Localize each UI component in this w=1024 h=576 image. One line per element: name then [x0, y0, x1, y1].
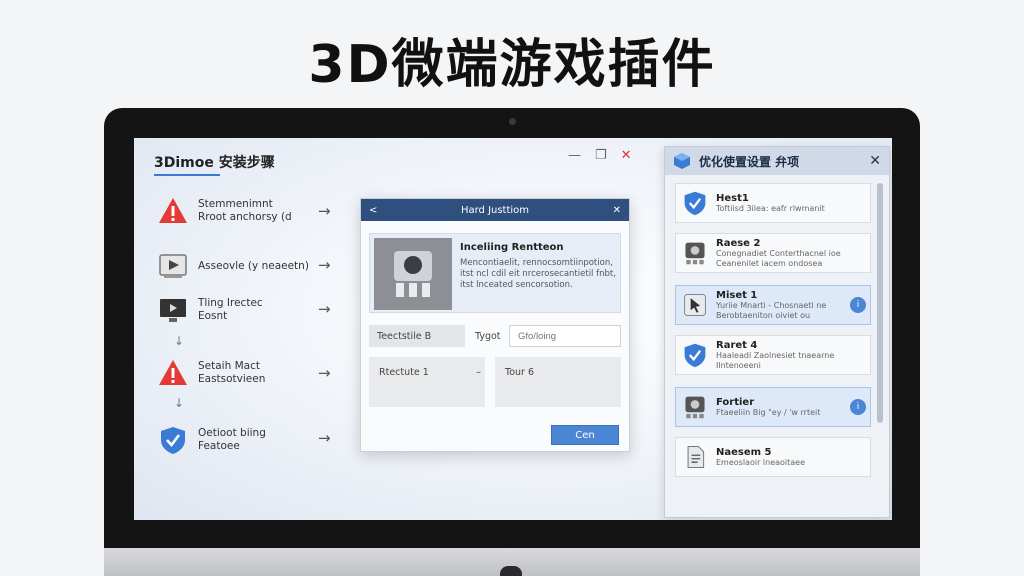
install-dialog: < Hard Justtiom ✕ Inceliing Rentteon Men… [360, 198, 630, 452]
plugin-thumbnail [374, 238, 452, 310]
dialog-card-description: Mencontiaelit, rennocsomtiinpotion, itst… [460, 258, 616, 290]
step-3-line2: Eosnt [198, 310, 228, 322]
step-connector-icon: ↓ [174, 334, 185, 348]
brand-logo [500, 566, 522, 576]
option-item-1-sub: Toftiisd 3ilea: eafr rlwmanit [716, 203, 825, 213]
step-4-line2: Eastsotvieen [198, 373, 266, 385]
cube-icon [674, 153, 690, 169]
monitor-screen: 3Dimoe 安装步骤 — ❐ ✕ Stemmenimnt Rroot anch… [134, 138, 892, 520]
close-button[interactable]: ✕ [621, 148, 632, 163]
step-5-line2: Featoee [198, 440, 240, 452]
step-connector-icon: ↓ [174, 396, 185, 410]
info-badge-icon[interactable]: i [850, 297, 866, 313]
hardware-icon [685, 242, 705, 265]
hardware-icon [685, 396, 705, 419]
option-item-5-sub1: Ftaeeliin Big "ey / 'w rrteit [716, 407, 821, 417]
tour-option-box[interactable]: Tour 6 [495, 357, 621, 407]
info-badge-icon[interactable]: i [850, 399, 866, 415]
option-item-2[interactable]: Raese 2 Conegnadiet Conterthacnel ioe Ce… [675, 233, 871, 273]
step-1-line1: Stemmenimnt [198, 198, 273, 210]
window-controls: — ❐ ✕ [568, 148, 632, 163]
option-item-2-name: Raese 2 [716, 237, 761, 249]
monitor-frame: 3Dimoe 安装步骤 — ❐ ✕ Stemmenimnt Rroot anch… [104, 108, 920, 548]
step-3-line1: Tling Irectec [198, 297, 263, 309]
page-headline: 3D微端游戏插件 [308, 35, 716, 95]
option-select[interactable]: Teectstile B [369, 325, 465, 347]
option-item-5[interactable]: Fortier Ftaeeliin Big "ey / 'w rrteit i [675, 387, 871, 427]
route-option-label: Rtectute 1 [379, 367, 429, 378]
option-item-6-sub1: Emeoslaoir lneaoitaee [716, 457, 806, 467]
install-step-2[interactable]: Asseovle (y neaeetn) [158, 249, 338, 283]
step-3-arrow-icon[interactable]: → [318, 300, 331, 318]
install-step-5[interactable]: Oetioot biing Featoee [158, 423, 338, 457]
option-item-3-name: Miset 1 [716, 289, 758, 301]
option-item-2-sub1: Conegnadiet Conterthacnel ioe [716, 248, 841, 258]
option-item-1[interactable]: Hest1 Toftiisd 3ilea: eafr rlwmanit [675, 183, 871, 223]
step-2-arrow-icon[interactable]: → [318, 256, 331, 274]
option-item-3-sub2: Berobtaeniton oiviet ou [716, 310, 811, 320]
option-item-6[interactable]: Naesem 5 Emeoslaoir lneaoitaee [675, 437, 871, 477]
route-option-box[interactable]: Rtectute 1 – [369, 357, 485, 407]
step-1-arrow-icon[interactable]: → [318, 202, 331, 220]
option-item-1-name: Hest1 [716, 192, 749, 204]
option-item-3[interactable]: Miset 1 Yuriie Mnarti - Chosnaetl ne Ber… [675, 285, 871, 325]
option-item-4-name: Raret 4 [716, 339, 758, 351]
plugin-device-icon [394, 251, 432, 297]
minimize-button[interactable]: — [568, 148, 581, 163]
dialog-card-title: Inceliing Rentteon [460, 242, 564, 253]
cursor-icon [684, 294, 706, 316]
optimize-panel-title: 优化使置设置 弁项 [699, 154, 800, 169]
dialog-info-card: Inceliing Rentteon Mencontiaelit, rennoc… [369, 233, 621, 313]
close-icon[interactable]: ✕ [869, 153, 881, 169]
confirm-button[interactable]: Cen [551, 425, 619, 445]
title-underline [154, 174, 220, 176]
install-step-1[interactable]: Stemmenimnt Rroot anchorsy (d [158, 194, 338, 228]
step-1-line2: Rroot anchorsy (d [198, 211, 292, 223]
config-input[interactable] [509, 325, 621, 347]
optimize-settings-panel: 优化使置设置 弁项 ✕ Hest1 Toftiisd 3ilea: eafr r… [664, 146, 890, 518]
step-4-arrow-icon[interactable]: → [318, 364, 331, 382]
maximize-button[interactable]: ❐ [595, 148, 607, 163]
type-label: Tygot [475, 330, 501, 342]
dialog-title: Hard Justtiom [460, 204, 530, 216]
shield-icon [684, 191, 706, 216]
warning-icon [159, 360, 187, 385]
tour-option-label: Tour 6 [505, 367, 534, 378]
shield-icon [161, 427, 185, 454]
warning-icon [159, 198, 187, 223]
option-item-6-name: Naesem 5 [716, 446, 772, 458]
camera-dot [509, 118, 516, 125]
dialog-header: < Hard Justtiom ✕ [361, 199, 629, 221]
route-dash: – [476, 367, 481, 378]
option-item-4[interactable]: Raret 4 Haaleadi Zaolnesiet tnaearne Iln… [675, 335, 871, 375]
install-window-title: 3Dimoe 安装步骤 [154, 155, 275, 171]
step-2-line1: Asseovle (y neaeetn) [198, 259, 309, 272]
option-item-4-sub2: Ilntenoeeni [716, 360, 761, 370]
back-icon[interactable]: < [369, 205, 377, 216]
panel-scrollbar[interactable] [877, 183, 883, 423]
document-icon [687, 446, 705, 468]
option-item-2-sub2: Ceanenilet iacem ondosea [716, 258, 823, 268]
step-4-line1: Setaih Mact [198, 360, 260, 372]
step-5-arrow-icon[interactable]: → [318, 429, 331, 447]
media-player-icon [159, 254, 187, 278]
install-step-4[interactable]: Setaih Mact Eastsotvieen [158, 356, 338, 390]
monitor-icon [160, 299, 186, 322]
optimize-panel-header: 优化使置设置 弁项 ✕ [665, 147, 889, 175]
option-item-4-sub1: Haaleadi Zaolnesiet tnaearne [716, 350, 835, 360]
option-item-5-name: Fortier [716, 396, 755, 408]
step-5-line1: Oetioot biing [198, 427, 266, 439]
close-icon[interactable]: ✕ [613, 205, 621, 216]
option-item-3-sub1: Yuriie Mnarti - Chosnaetl ne [716, 300, 827, 310]
install-step-3[interactable]: Tling Irectec Eosnt [158, 293, 338, 327]
shield-icon [684, 343, 706, 368]
